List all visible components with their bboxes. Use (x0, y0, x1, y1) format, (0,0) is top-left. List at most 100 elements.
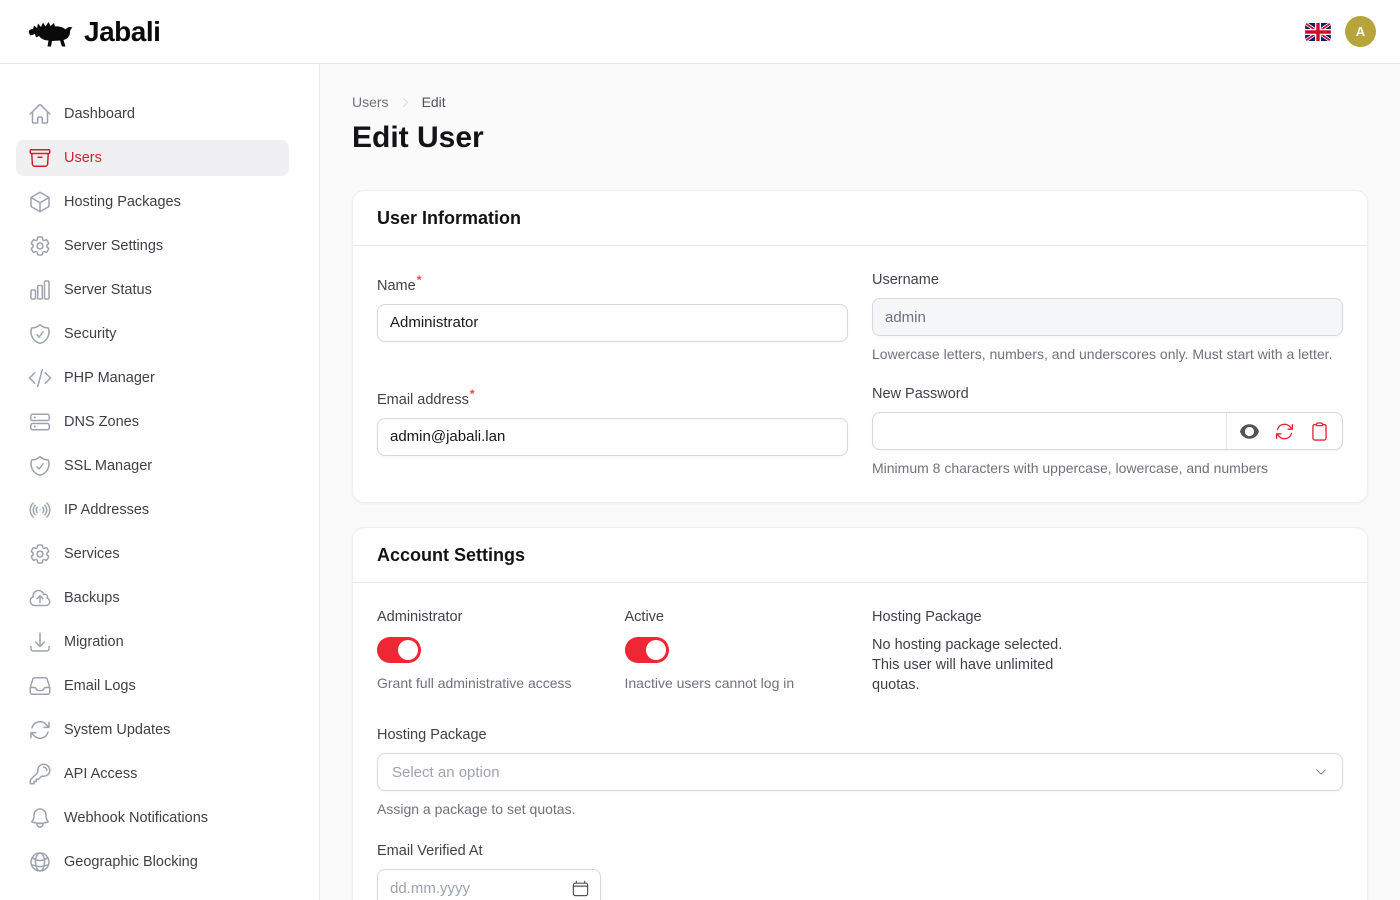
sidebar-item-label: Webhook Notifications (64, 810, 208, 826)
server-stack-icon (28, 410, 52, 434)
required-asterisk: * (417, 273, 422, 287)
card-header: Account Settings (353, 528, 1367, 583)
email-verified-at-label: Email Verified At (377, 841, 601, 861)
eye-icon (1239, 421, 1260, 442)
sidebar-item-label: Security (64, 326, 116, 342)
required-asterisk: * (470, 387, 475, 401)
sidebar-item-api-access[interactable]: API Access (16, 756, 289, 792)
brand-link[interactable]: Jabali (26, 14, 160, 49)
sidebar-item-hosting-packages[interactable]: Hosting Packages (16, 184, 289, 220)
chevron-right-icon (399, 96, 412, 109)
name-input[interactable] (378, 305, 847, 341)
generate-password-button[interactable] (1274, 421, 1295, 442)
email-verified-at-input[interactable] (378, 870, 571, 900)
active-toggle[interactable] (625, 637, 669, 663)
email-verified-at-field: Email Verified At (377, 841, 601, 900)
sidebar-item-migration[interactable]: Migration (16, 624, 289, 660)
boar-logo-icon (26, 14, 76, 49)
active-helper: Inactive users cannot log in (625, 673, 849, 693)
sidebar-item-label: PHP Manager (64, 370, 155, 386)
sidebar-item-dns-zones[interactable]: DNS Zones (16, 404, 289, 440)
breadcrumb-users-link[interactable]: Users (352, 94, 389, 110)
sidebar-item-server-status[interactable]: Server Status (16, 272, 289, 308)
home-icon (28, 102, 52, 126)
user-avatar[interactable]: A (1345, 16, 1376, 47)
arrow-down-tray-icon (28, 630, 52, 654)
email-label: Email address* (377, 384, 848, 410)
name-label: Name* (377, 270, 848, 296)
sidebar-item-php-manager[interactable]: PHP Manager (16, 360, 289, 396)
shield-check-icon (28, 322, 52, 346)
globe-icon (28, 850, 52, 874)
sidebar-item-security[interactable]: Security (16, 316, 289, 352)
chart-bar-icon (28, 278, 52, 302)
main-content: Users Edit Edit User User Information Na… (320, 64, 1400, 900)
sidebar-item-ip-addresses[interactable]: IP Addresses (16, 492, 289, 528)
card-title: Account Settings (377, 543, 1343, 567)
sidebar-item-label: Users (64, 150, 102, 166)
cube-icon (28, 190, 52, 214)
topbar: Jabali A (0, 0, 1400, 64)
sidebar-item-label: API Access (64, 766, 137, 782)
sidebar-item-geographic-blocking[interactable]: Geographic Blocking (16, 844, 289, 880)
calendar-icon (571, 879, 590, 898)
sidebar-item-label: Server Settings (64, 238, 163, 254)
sidebar-item-label: Services (64, 546, 120, 562)
administrator-helper: Grant full administrative access (377, 673, 601, 693)
sidebar-item-ssl-manager[interactable]: SSL Manager (16, 448, 289, 484)
inbox-icon (28, 674, 52, 698)
new-password-label: New Password (872, 384, 1343, 404)
name-field: Name* (377, 270, 848, 364)
sidebar-item-label: System Updates (64, 722, 170, 738)
hosting-package-summary-label: Hosting Package (872, 607, 1096, 627)
email-input[interactable] (378, 419, 847, 455)
sidebar-item-label: SSL Manager (64, 458, 152, 474)
username-input[interactable] (873, 299, 1342, 335)
sidebar-item-label: Hosting Packages (64, 194, 181, 210)
sidebar-item-label: Server Status (64, 282, 152, 298)
hosting-package-helper: Assign a package to set quotas. (377, 799, 1343, 819)
sidebar-item-label: Backups (64, 590, 120, 606)
key-icon (28, 762, 52, 786)
sidebar-item-label: Migration (64, 634, 124, 650)
sidebar: Dashboard Users Hosting Packages Server … (0, 64, 320, 900)
clipboard-icon (1309, 421, 1330, 442)
shield-check-icon (28, 454, 52, 478)
sidebar-item-webhook-notifications[interactable]: Webhook Notifications (16, 800, 289, 836)
breadcrumb-current: Edit (422, 94, 446, 110)
new-password-input[interactable] (873, 413, 1226, 449)
sidebar-item-email-logs[interactable]: Email Logs (16, 668, 289, 704)
arrow-path-icon (28, 718, 52, 742)
active-label: Active (625, 607, 849, 627)
signal-icon (28, 498, 52, 522)
sidebar-item-backups[interactable]: Backups (16, 580, 289, 616)
copy-password-button[interactable] (1309, 421, 1330, 442)
page-title: Edit User (352, 120, 1368, 156)
sidebar-item-dashboard[interactable]: Dashboard (16, 96, 289, 132)
language-flag-uk-icon[interactable] (1305, 23, 1331, 41)
sidebar-item-label: Email Logs (64, 678, 136, 694)
chevron-down-icon (1314, 765, 1328, 779)
toggle-knob (646, 640, 666, 660)
card-header: User Information (353, 191, 1367, 246)
reveal-password-button[interactable] (1239, 421, 1260, 442)
sidebar-item-server-settings[interactable]: Server Settings (16, 228, 289, 264)
sidebar-item-users[interactable]: Users (16, 140, 289, 176)
active-toggle-field: Active Inactive users cannot log in (625, 607, 849, 695)
administrator-toggle[interactable] (377, 637, 421, 663)
toggle-knob (398, 640, 418, 660)
open-calendar-button[interactable] (571, 870, 600, 900)
brand-name: Jabali (84, 16, 160, 48)
sidebar-item-services[interactable]: Services (16, 536, 289, 572)
sidebar-item-system-updates[interactable]: System Updates (16, 712, 289, 748)
sidebar-item-label: IP Addresses (64, 502, 149, 518)
bell-icon (28, 806, 52, 830)
hosting-package-select[interactable]: Select an option (377, 753, 1343, 791)
hosting-package-label: Hosting Package (377, 725, 1343, 745)
code-bracket-icon (28, 366, 52, 390)
gear-icon (28, 542, 52, 566)
user-information-card: User Information Name* Username (352, 190, 1368, 503)
breadcrumb: Users Edit (352, 94, 1368, 110)
username-field: Username Lowercase letters, numbers, and… (872, 270, 1343, 364)
hosting-package-field: Hosting Package Select an option Assign … (377, 725, 1343, 819)
